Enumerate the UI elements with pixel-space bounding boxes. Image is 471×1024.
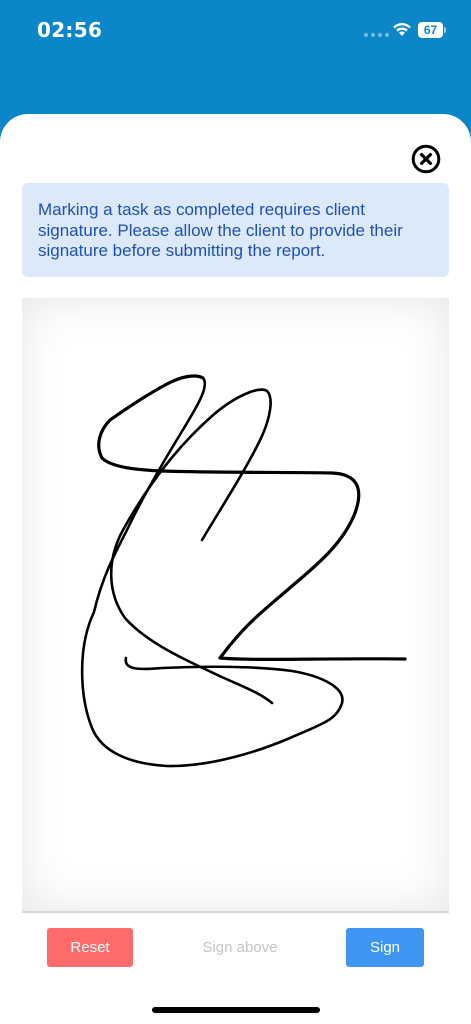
sign-button[interactable]: Sign	[346, 928, 424, 967]
reset-button[interactable]: Reset	[47, 928, 133, 967]
battery-icon: 67	[418, 22, 448, 38]
status-time: 02:56	[37, 18, 103, 42]
close-button[interactable]	[411, 144, 441, 174]
battery-level: 67	[423, 23, 438, 37]
footer-actions: Reset Sign above Sign	[0, 928, 471, 968]
status-bar: 02:56 67	[0, 0, 471, 60]
info-message: Marking a task as completed requires cli…	[38, 200, 403, 260]
info-banner: Marking a task as completed requires cli…	[22, 183, 449, 277]
cellular-signal-icon	[364, 33, 389, 37]
wifi-icon	[393, 23, 411, 36]
signature-stroke	[80, 374, 407, 768]
signature-pad[interactable]	[22, 298, 449, 913]
sign-hint: Sign above	[202, 939, 278, 956]
home-indicator[interactable]	[152, 1007, 320, 1013]
close-circle-icon	[411, 144, 441, 174]
